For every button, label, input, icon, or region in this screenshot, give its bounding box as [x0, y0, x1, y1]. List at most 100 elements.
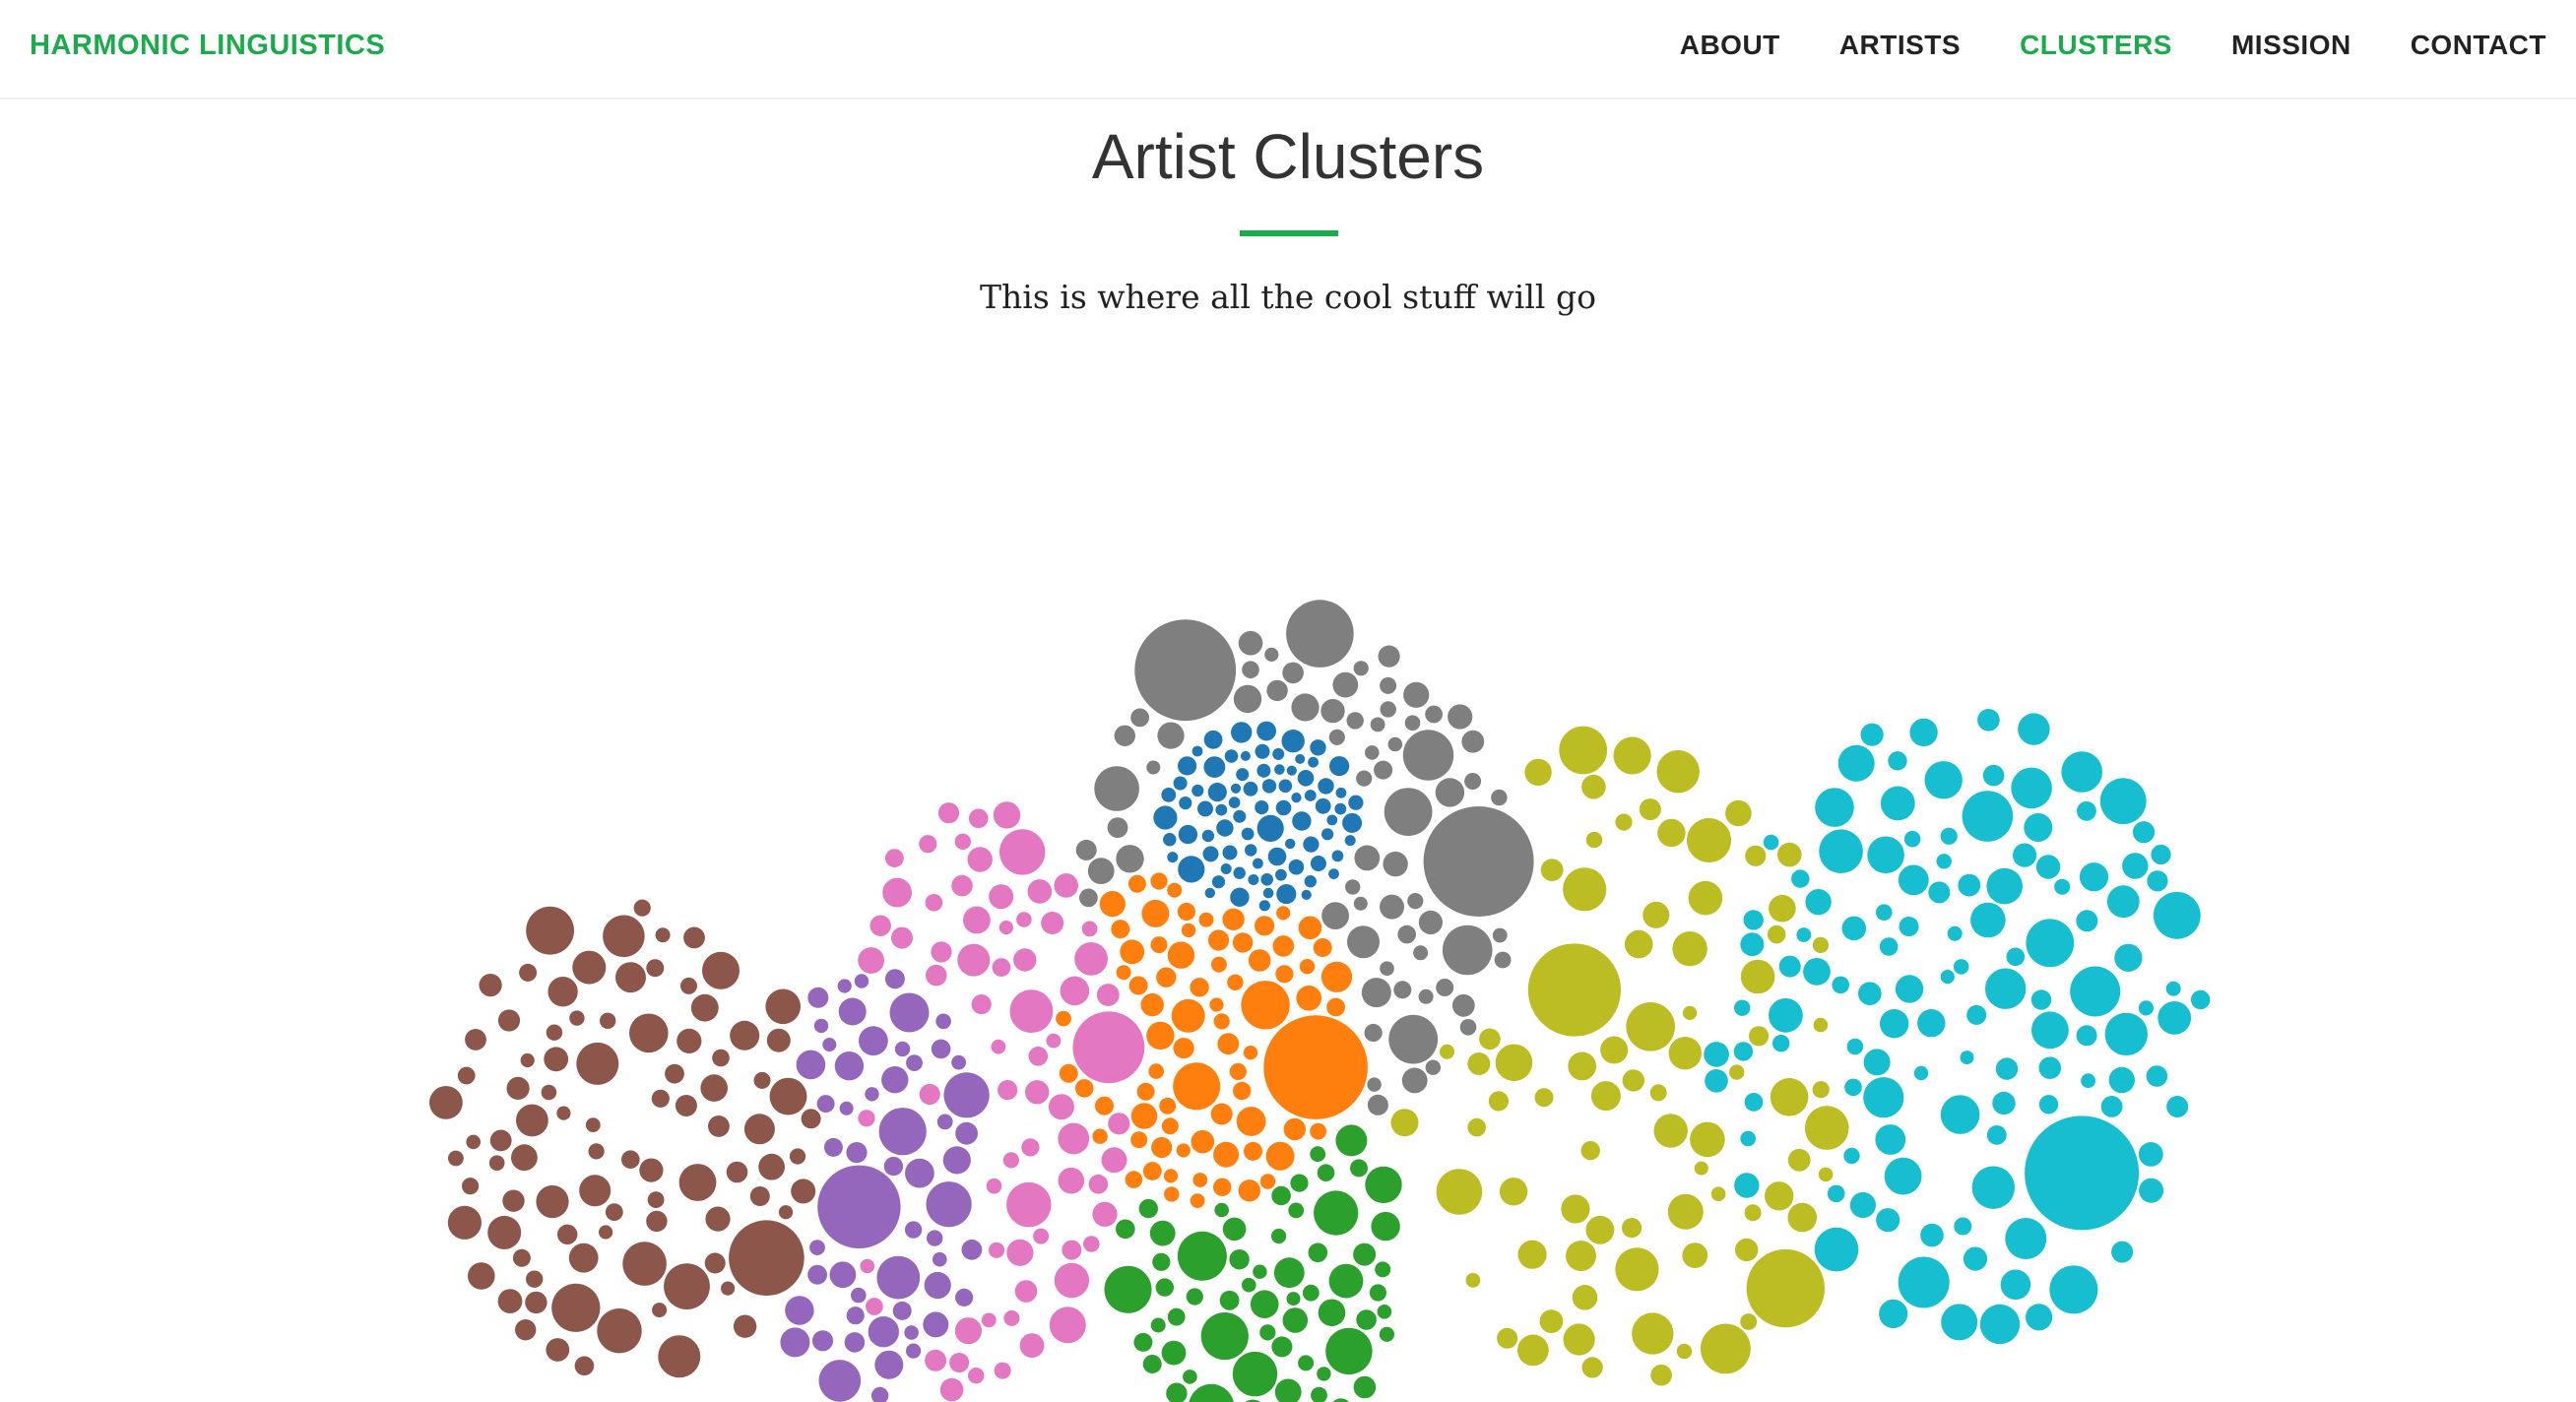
artist-bubble[interactable] [904, 1325, 919, 1340]
artist-bubble[interactable] [1387, 736, 1403, 752]
artist-bubble[interactable] [1253, 1264, 1267, 1279]
artist-bubble[interactable] [858, 1110, 875, 1127]
artist-bubble[interactable] [1467, 1117, 1486, 1137]
artist-bubble[interactable] [2054, 878, 2071, 895]
artist-bubble[interactable] [1275, 799, 1292, 816]
artist-bubble[interactable] [557, 1224, 578, 1244]
artist-bubble[interactable] [883, 1156, 904, 1177]
artist-bubble[interactable] [1033, 1228, 1050, 1244]
artist-bubble[interactable] [1683, 1005, 1698, 1020]
artist-bubble[interactable] [796, 1050, 826, 1080]
artist-bubble[interactable] [1982, 764, 2005, 787]
artist-bubble[interactable] [891, 926, 913, 949]
artist-bubble[interactable] [1062, 1240, 1082, 1260]
artist-bubble[interactable] [2076, 1025, 2097, 1047]
artist-bubble[interactable] [1173, 776, 1188, 791]
artist-bubble[interactable] [1058, 1167, 1085, 1194]
artist-bubble[interactable] [526, 906, 574, 955]
artist-bubble[interactable] [1074, 1079, 1094, 1098]
artist-bubble[interactable] [525, 1291, 547, 1314]
artist-bubble[interactable] [1178, 856, 1205, 883]
artist-bubble[interactable] [1858, 982, 1882, 1005]
artist-bubble[interactable] [1710, 1186, 1726, 1201]
artist-bubble[interactable] [926, 1181, 972, 1228]
artist-bubble[interactable] [1161, 1117, 1179, 1135]
artist-bubble[interactable] [1134, 619, 1237, 722]
artist-bubble[interactable] [1353, 1243, 1377, 1266]
artist-bubble[interactable] [1276, 906, 1291, 921]
artist-bubble[interactable] [1320, 961, 1353, 992]
artist-bubble[interactable] [1127, 874, 1146, 893]
artist-bubble[interactable] [1539, 1309, 1564, 1333]
artist-bubble[interactable] [1256, 721, 1276, 741]
artist-bubble[interactable] [1264, 647, 1279, 662]
artist-bubble[interactable] [1295, 753, 1306, 764]
artist-bubble[interactable] [1229, 1062, 1247, 1080]
artist-bubble[interactable] [1524, 758, 1552, 787]
artist-bubble[interactable] [730, 1020, 760, 1051]
artist-bubble[interactable] [1130, 1131, 1148, 1149]
artist-bubble[interactable] [1092, 1128, 1108, 1144]
artist-bubble[interactable] [603, 915, 645, 958]
artist-bubble[interactable] [1650, 1364, 1672, 1386]
artist-bubble[interactable] [1048, 1094, 1074, 1120]
artist-bubble[interactable] [1016, 912, 1032, 927]
artist-bubble[interactable] [1025, 1080, 1050, 1105]
artist-bubble[interactable] [1274, 764, 1285, 775]
artist-bubble[interactable] [588, 1143, 605, 1160]
artist-bubble[interactable] [1320, 698, 1345, 724]
artist-bubble[interactable] [1451, 993, 1475, 1017]
artist-bubble[interactable] [615, 962, 646, 993]
nav-link-artists[interactable]: ARTISTS [1839, 30, 1961, 61]
artist-bubble[interactable] [1108, 1113, 1130, 1135]
artist-bubble[interactable] [1375, 1261, 1391, 1278]
artist-bubble[interactable] [1150, 1317, 1166, 1333]
artist-bubble[interactable] [1152, 1252, 1171, 1271]
artist-bubble[interactable] [2038, 1095, 2059, 1115]
artist-bubble[interactable] [1258, 900, 1270, 912]
artist-bubble[interactable] [519, 963, 538, 982]
artist-bubble[interactable] [1744, 1204, 1762, 1222]
artist-bubble[interactable] [968, 1368, 985, 1384]
nav-link-contact[interactable]: CONTACT [2411, 30, 2546, 61]
artist-bubble[interactable] [1288, 1202, 1305, 1219]
artist-bubble[interactable] [1791, 869, 1810, 888]
artist-bubble[interactable] [994, 1362, 1011, 1379]
artist-bubble[interactable] [1173, 1038, 1194, 1059]
artist-bubble[interactable] [1331, 850, 1344, 862]
artist-bubble[interactable] [1335, 1124, 1368, 1157]
artist-bubble[interactable] [1271, 1185, 1291, 1206]
artist-bubble[interactable] [881, 1066, 909, 1094]
artist-bubble[interactable] [1624, 929, 1653, 959]
artist-bubble[interactable] [1459, 1019, 1477, 1036]
artist-bubble[interactable] [2114, 943, 2143, 972]
artist-bubble[interactable] [1347, 925, 1380, 959]
artist-bubble[interactable] [1767, 924, 1786, 944]
artist-bubble[interactable] [1248, 874, 1259, 885]
artist-bubble[interactable] [937, 802, 960, 824]
artist-bubble[interactable] [1495, 1044, 1533, 1082]
artist-bubble[interactable] [1370, 717, 1385, 733]
artist-bubble[interactable] [541, 1084, 557, 1101]
artist-bubble[interactable] [868, 1316, 899, 1348]
artist-bubble[interactable] [2031, 1011, 2069, 1050]
artist-bubble[interactable] [1200, 1312, 1249, 1361]
artist-bubble[interactable] [1298, 1355, 1315, 1371]
artist-bubble[interactable] [1290, 1174, 1309, 1192]
artist-bubble[interactable] [884, 969, 905, 989]
artist-bubble[interactable] [2106, 885, 2140, 919]
artist-bubble[interactable] [1190, 978, 1209, 997]
artist-bubble[interactable] [2166, 1096, 2189, 1117]
artist-bubble[interactable] [726, 1161, 748, 1183]
artist-bubble[interactable] [1704, 1042, 1729, 1067]
artist-bubble[interactable] [1027, 879, 1053, 904]
artist-bubble[interactable] [1301, 889, 1312, 900]
artist-bubble[interactable] [1367, 1094, 1388, 1115]
artist-bubble[interactable] [1423, 806, 1534, 917]
artist-bubble[interactable] [1898, 1256, 1950, 1308]
artist-bubble[interactable] [1436, 979, 1454, 996]
artist-bubble[interactable] [1087, 858, 1115, 884]
artist-bubble[interactable] [1161, 788, 1177, 802]
artist-bubble[interactable] [1153, 805, 1178, 830]
artist-bubble[interactable] [1046, 1033, 1062, 1049]
